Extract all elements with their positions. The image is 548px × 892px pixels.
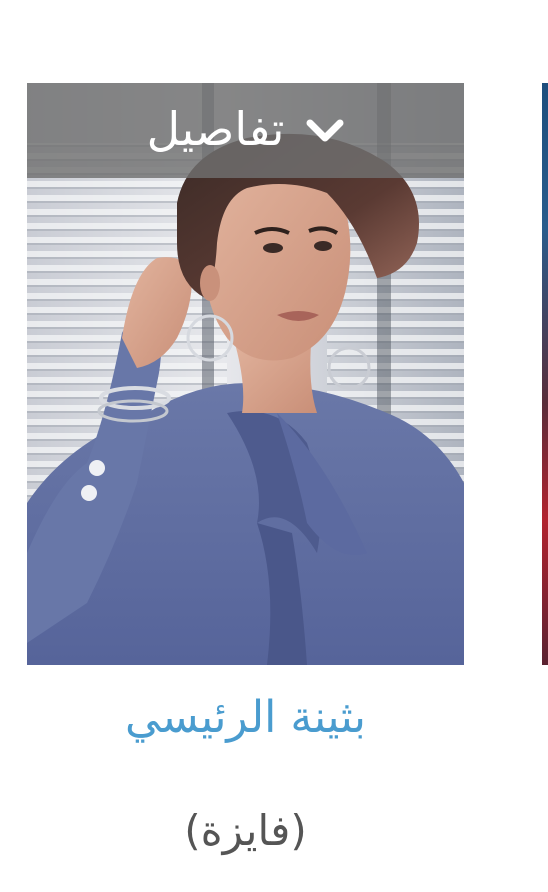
chevron-down-icon [306, 119, 344, 141]
next-cast-card[interactable] [542, 83, 548, 665]
page: تفاصيل بثينة الرئيسي (فايزة) [0, 0, 548, 892]
cast-name-link[interactable]: بثينة الرئيسي [27, 692, 464, 745]
cast-role: (فايزة) [184, 806, 307, 855]
cast-card[interactable]: تفاصيل [27, 83, 464, 665]
details-label: تفاصيل [146, 101, 285, 156]
details-toggle[interactable]: تفاصيل [27, 83, 464, 178]
